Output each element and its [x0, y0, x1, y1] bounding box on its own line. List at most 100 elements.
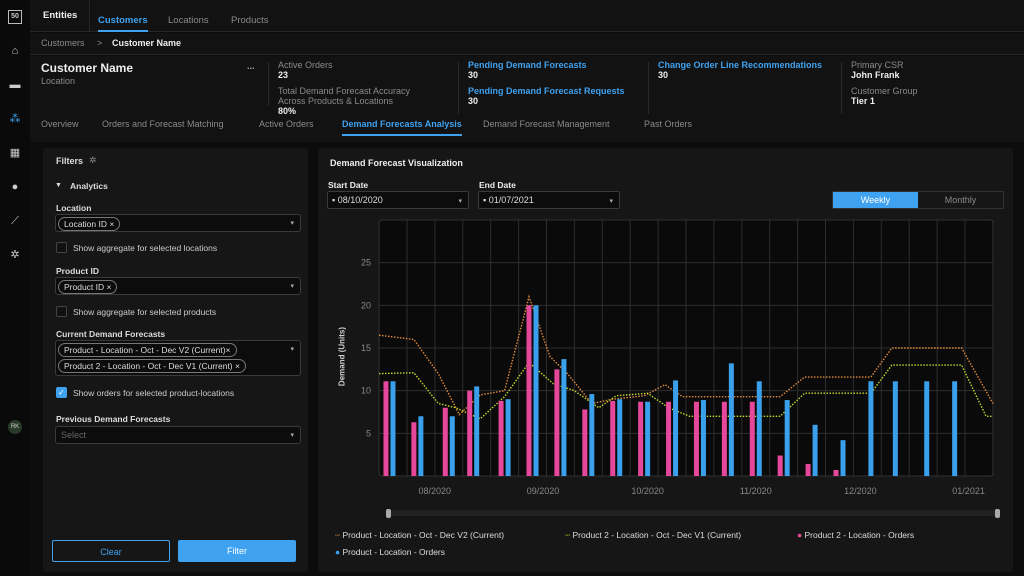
previous-forecasts-select[interactable]: Select ▾: [55, 426, 301, 444]
location-chip[interactable]: Location ID ×: [58, 217, 121, 231]
monthly-toggle[interactable]: Monthly: [918, 192, 1003, 208]
tab-demand-forecasts-analysis[interactable]: Demand Forecasts Analysis: [342, 119, 462, 136]
pending-forecasts-link[interactable]: Pending Demand Forecasts: [468, 60, 587, 70]
range-slider[interactable]: [386, 509, 1000, 518]
location-label: Location: [56, 203, 92, 213]
tab-past-orders[interactable]: Past Orders: [644, 119, 692, 129]
divider: [89, 0, 90, 32]
forecast-chip[interactable]: Product 2 - Location - Oct - Dec V1 (Cur…: [58, 359, 246, 373]
bar-product-orders: [728, 363, 734, 476]
x-tick-label: 01/2021: [952, 486, 985, 496]
weekly-toggle[interactable]: Weekly: [833, 192, 918, 208]
end-date-picker[interactable]: ▪ 01/07/2021 ▾: [478, 191, 620, 209]
filters-panel: Filters ✲ ▼ Analytics Location Location …: [43, 148, 308, 572]
breadcrumb-separator: >: [97, 38, 103, 48]
chart-svg: 5 10 15 20 25 08/2020 09/2020 10/2020 11/2020 12/…: [361, 219, 994, 496]
calendar-icon[interactable]: ▦: [8, 146, 22, 160]
tab-active-orders[interactable]: Active Orders: [259, 119, 314, 129]
clear-button[interactable]: Clear: [52, 540, 170, 562]
product-select[interactable]: Product ID × ▾: [55, 277, 301, 295]
legend-item[interactable]: ┄ Product 2 - Location - Oct - Dec V1 (C…: [565, 530, 741, 541]
divider: [268, 62, 269, 106]
bar-product-orders: [418, 416, 424, 476]
active-orders-value: 23: [278, 70, 289, 80]
network-icon[interactable]: ⁂: [8, 112, 22, 126]
truck-icon[interactable]: ▬: [8, 78, 22, 92]
bar-product-orders: [784, 400, 790, 476]
demand-chart: 5 10 15 20 25 08/2020 09/2020 10/2020 11/2020 12/…: [320, 210, 1020, 510]
tab-products[interactable]: Products: [231, 15, 269, 26]
customer-header: Customer Name Location ... Active Orders…: [30, 56, 1024, 142]
location-select[interactable]: Location ID × ▾: [55, 214, 301, 232]
breadcrumb: Customers > Customer Name: [30, 33, 1024, 55]
tab-demand-forecast-management[interactable]: Demand Forecast Management: [483, 119, 610, 129]
bar-product-orders: [474, 386, 480, 476]
group-label: Customer Group: [851, 86, 918, 96]
home-icon[interactable]: ⌂: [8, 44, 22, 58]
bar-product2-orders: [833, 470, 839, 476]
bar-product-orders: [645, 401, 651, 476]
customer-location: Location: [41, 76, 76, 86]
tab-overview[interactable]: Overview: [41, 119, 79, 129]
settings-gear-icon[interactable]: ✲: [89, 155, 97, 166]
legend-item[interactable]: ● Product - Location - Orders: [335, 547, 445, 557]
period-toggle: Weekly Monthly: [832, 191, 1004, 209]
bar-product-orders: [924, 381, 930, 476]
aggregate-products-checkbox[interactable]: [56, 306, 67, 317]
csr-label: Primary CSR: [851, 60, 904, 70]
bar-product2-orders: [805, 464, 811, 476]
accuracy-value: 80%: [278, 106, 297, 116]
current-forecasts-select[interactable]: Product - Location - Oct - Dec V2 (Curre…: [55, 340, 301, 376]
tab-locations[interactable]: Locations: [168, 15, 209, 26]
show-orders-checkbox[interactable]: ✓: [56, 387, 67, 398]
legend-item[interactable]: ● Product 2 - Location - Orders: [797, 530, 914, 540]
pending-forecasts-value: 30: [468, 70, 479, 80]
accuracy-label: Total Demand Forecast Accuracy Across Pr…: [278, 86, 411, 106]
product-chip[interactable]: Product ID ×: [58, 280, 118, 294]
bar-product-orders: [892, 381, 898, 476]
bar-product2-orders: [554, 369, 560, 476]
start-date-picker[interactable]: ▪ 08/10/2020 ▾: [327, 191, 469, 209]
lightbulb-icon[interactable]: ●: [8, 180, 22, 194]
change-order-link[interactable]: Change Order Line Recommendations: [658, 60, 822, 70]
bar-product2-orders: [498, 400, 504, 476]
bar-product2-orders: [777, 455, 783, 476]
bar-product2-orders: [383, 381, 389, 476]
aggregate-locations-checkbox[interactable]: [56, 242, 67, 253]
end-date-value: 01/07/2021: [488, 195, 534, 205]
active-orders-label: Active Orders: [278, 60, 333, 70]
filter-button[interactable]: Filter: [178, 540, 296, 562]
range-handle-end[interactable]: [995, 509, 1000, 518]
bar-product-orders: [952, 381, 958, 476]
range-handle-start[interactable]: [386, 509, 391, 518]
chart-icon[interactable]: ⟋: [8, 214, 22, 228]
x-tick-label: 08/2020: [419, 486, 452, 496]
bar-product-orders: [561, 359, 567, 476]
analytics-section[interactable]: Analytics: [70, 181, 108, 191]
tab-customers[interactable]: Customers: [98, 15, 148, 32]
more-options-button[interactable]: ...: [247, 61, 255, 71]
bar-product2-orders: [442, 407, 448, 476]
section-title: Entities: [43, 10, 78, 21]
breadcrumb-current: Customer Name: [112, 38, 182, 48]
bar-product2-orders: [582, 409, 588, 476]
caret-down-icon[interactable]: ▼: [55, 182, 62, 189]
bar-product-orders: [617, 399, 623, 476]
x-tick-label: 11/2020: [740, 486, 772, 496]
filters-title: Filters: [56, 156, 84, 166]
pending-requests-value: 30: [468, 96, 479, 106]
bar-product-orders: [840, 440, 846, 476]
tab-orders-forecast-matching[interactable]: Orders and Forecast Matching: [102, 119, 224, 129]
bar-product-orders: [449, 416, 455, 476]
top-bar: Entities Customers Locations Products: [30, 0, 1024, 32]
gear-icon[interactable]: ✲: [8, 248, 22, 262]
bar-product-orders: [812, 424, 818, 476]
legend-item[interactable]: ┄ Product - Location - Oct - Dec V2 (Cur…: [335, 530, 504, 541]
breadcrumb-parent[interactable]: Customers: [41, 38, 85, 48]
avatar[interactable]: RK: [8, 420, 22, 434]
app-logo[interactable]: 50: [8, 10, 22, 24]
bar-product-orders: [505, 399, 511, 476]
pending-requests-link[interactable]: Pending Demand Forecast Requests: [468, 86, 625, 96]
divider: [458, 62, 459, 114]
forecast-chip[interactable]: Product - Location - Oct - Dec V2 (Curre…: [58, 343, 237, 357]
